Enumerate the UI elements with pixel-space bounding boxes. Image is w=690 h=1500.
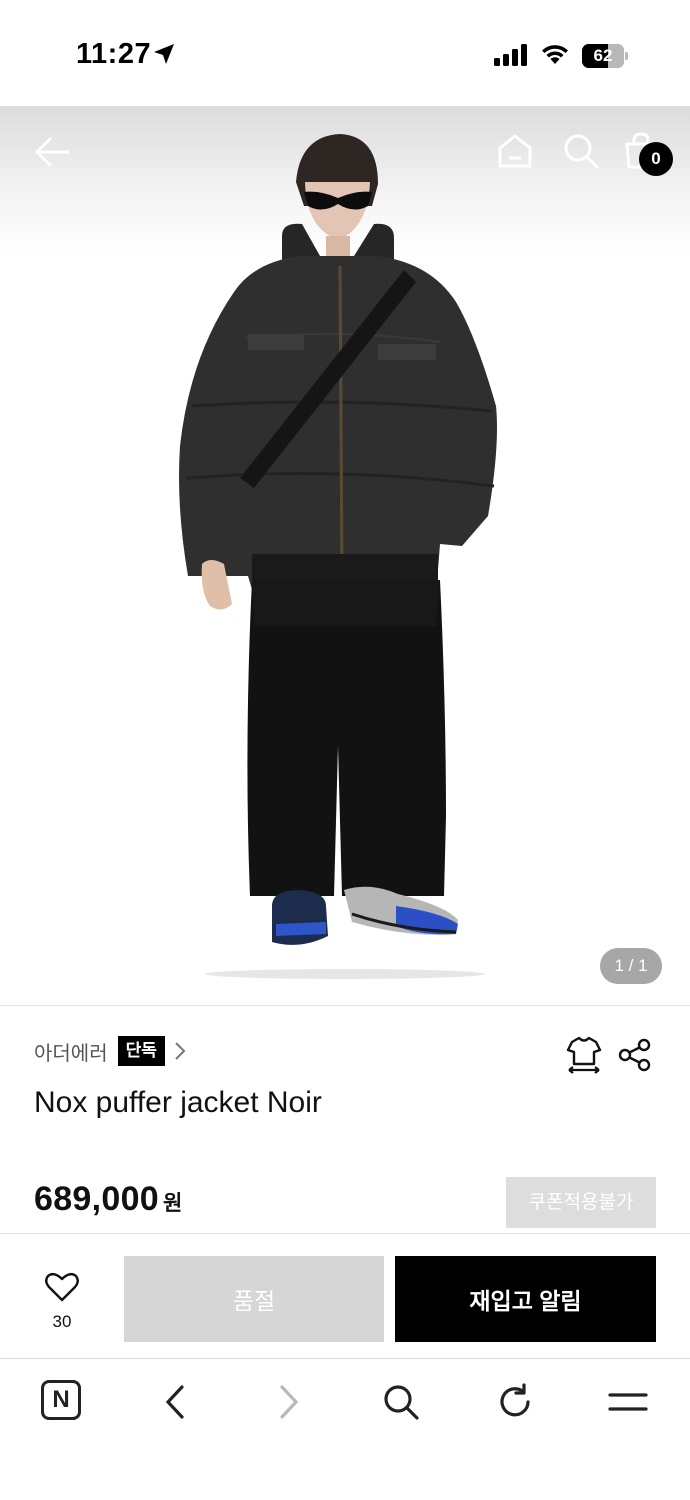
browser-refresh-button[interactable] — [492, 1379, 538, 1425]
browser-menu-button[interactable] — [605, 1379, 651, 1425]
soldout-button[interactable]: 품절 — [124, 1256, 384, 1342]
browser-forward-button[interactable] — [266, 1379, 312, 1425]
cellular-signal-icon — [494, 44, 527, 66]
share-icon[interactable] — [618, 1038, 652, 1072]
browser-toolbar: N — [0, 1359, 690, 1500]
search-icon[interactable] — [382, 1383, 420, 1421]
location-arrow-icon — [154, 44, 174, 64]
divider — [0, 1005, 690, 1006]
status-time: 11:27 — [76, 38, 152, 70]
browser-search-button[interactable] — [378, 1379, 424, 1425]
brand-name[interactable]: 아더에러 — [34, 1037, 108, 1066]
size-guide-icon[interactable] — [566, 1036, 602, 1074]
wifi-icon — [542, 45, 568, 64]
product-image-gallery[interactable]: 0 1 / 1 — [0, 106, 690, 1004]
chevron-left-icon[interactable] — [163, 1384, 187, 1420]
battery-indicator: 62 — [582, 44, 628, 68]
like-count: 30 — [52, 1312, 72, 1331]
search-icon[interactable] — [562, 132, 600, 170]
product-photo — [179, 134, 497, 979]
refresh-icon[interactable] — [496, 1383, 534, 1421]
chevron-right-icon[interactable] — [173, 1040, 187, 1062]
browser-back-button[interactable] — [152, 1379, 198, 1425]
heart-icon[interactable] — [45, 1272, 79, 1302]
battery-level: 62 — [593, 46, 613, 65]
naver-logo-icon[interactable]: N — [41, 1380, 81, 1420]
image-page-counter: 1 / 1 — [600, 948, 662, 984]
divider — [0, 1233, 690, 1234]
menu-icon[interactable] — [608, 1390, 648, 1414]
status-bar: 11:27 62 — [0, 0, 690, 106]
coupon-unavailable-badge: 쿠폰적용불가 — [506, 1177, 656, 1228]
price-unit: 원 — [163, 1192, 183, 1215]
exclusive-badge: 단독 — [117, 1036, 165, 1066]
back-arrow-icon[interactable] — [32, 132, 72, 172]
home-icon[interactable] — [496, 132, 534, 170]
cart-count-badge[interactable]: 0 — [639, 142, 673, 176]
chevron-right-icon[interactable] — [277, 1384, 301, 1420]
price-value: 689,000 — [34, 1180, 160, 1218]
price: 689,000 원 — [34, 1180, 182, 1219]
product-title: Nox puffer jacket Noir — [34, 1086, 322, 1119]
like-button[interactable]: 30 — [34, 1270, 90, 1331]
brand-link[interactable]: 아더에러 단독 — [34, 1035, 187, 1067]
restock-alert-button[interactable]: 재입고 알림 — [395, 1256, 656, 1342]
